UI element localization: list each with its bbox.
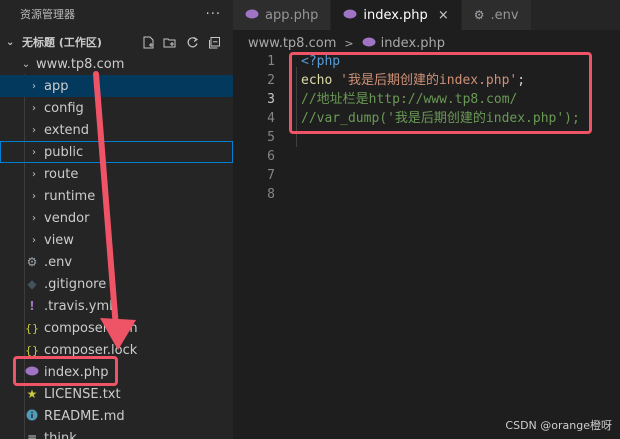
watermark: CSDN @orange橙呀 — [505, 419, 612, 432]
annotation-arrow — [93, 71, 136, 350]
